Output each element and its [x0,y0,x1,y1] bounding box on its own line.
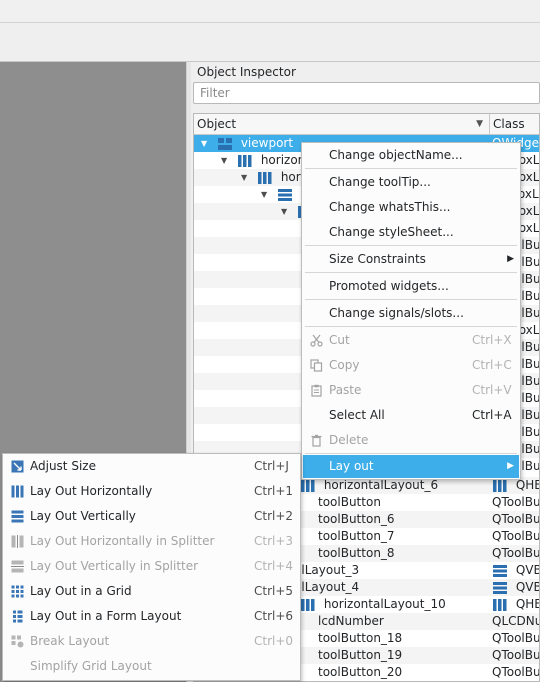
menu-separator [305,168,517,169]
tree-header: Object ▼ Class [194,114,539,135]
tree-row-class: QLCDNumber [492,614,539,628]
sort-down-icon: ▼ [476,119,483,129]
expand-arrow-icon[interactable]: ▼ [261,186,267,203]
tree-row-class: QToolButton [492,495,540,509]
copy-icon [310,359,323,372]
menu-separator [305,299,517,300]
tree-row-class: QToolButton [492,648,540,662]
lay-out-horizontally-item[interactable]: Lay Out Horizontally Ctrl+1 [4,479,299,504]
layout-submenu: Adjust Size Ctrl+J Lay Out Horizontally … [2,453,301,681]
vbox-layout-icon [493,564,507,577]
filter-field[interactable] [193,82,540,104]
form-layout-icon [13,610,23,623]
class-column-label: Class [493,117,525,131]
object-column-label: Object [197,117,237,131]
copy-item[interactable]: Copy Ctrl+C [303,353,519,378]
cut-item[interactable]: Cut Ctrl+X [303,328,519,353]
tree-row-class: QToolButton [492,512,540,526]
tree-row-class: QToolButton [492,546,540,560]
change-stylesheet-item[interactable]: Change styleSheet... [303,220,519,245]
expand-arrow-icon[interactable]: ▼ [221,152,227,169]
lay-out-grid-item[interactable]: Lay Out in a Grid Ctrl+5 [4,579,299,604]
tree-row-label: lcdNumber [318,614,384,628]
context-menu: Change objectName... Change toolTip... C… [301,142,521,480]
hbox-layout-icon [301,598,315,611]
menu-separator [305,272,517,273]
lay-out-horizontally-splitter-item[interactable]: Lay Out Horizontally in Splitter Ctrl+3 [4,529,299,554]
break-layout-item[interactable]: Break Layout Ctrl+0 [4,629,299,654]
tree-row-label: viewport [240,136,294,150]
v-splitter-icon [11,560,24,573]
menu-separator [305,245,517,246]
hbox-layout-icon [493,598,507,611]
hbox-layout-icon [238,154,252,167]
menu-separator [305,326,517,327]
top-bar [0,0,540,23]
submenu-arrow-icon: ▶ [507,461,514,471]
tree-row-label: horizontalLayout_10 [323,597,446,611]
select-all-item[interactable]: Select All Ctrl+A [303,403,519,428]
lay-out-vertically-item[interactable]: Lay Out Vertically Ctrl+2 [4,504,299,529]
expand-arrow-icon[interactable]: ▼ [201,135,207,152]
dock-title: Object Inspector [197,65,296,79]
filter-input[interactable] [194,83,539,103]
expand-arrow-icon[interactable]: ▼ [281,203,287,220]
tree-row-class: QHBoxLayout [515,478,539,492]
object-column-header[interactable]: Object ▼ [194,114,490,134]
toolbar [0,23,540,62]
delete-item[interactable]: Delete [303,428,519,453]
change-whats-this-item[interactable]: Change whatsThis... [303,195,519,220]
tree-row-label: toolButton_18 [318,631,403,645]
widget-icon [218,137,232,150]
adjust-size-item[interactable]: Adjust Size Ctrl+J [4,454,299,479]
lay-out-form-item[interactable]: Lay Out in a Form Layout Ctrl+6 [4,604,299,629]
tree-row-label: toolButton_8 [318,546,395,560]
hbox-layout-icon [301,479,315,492]
promoted-widgets-item[interactable]: Promoted widgets... [303,274,519,299]
change-tooltip-item[interactable]: Change toolTip... [303,170,519,195]
submenu-arrow-icon: ▶ [507,254,514,264]
size-constraints-item[interactable]: Size Constraints ▶ [303,247,519,272]
tree-row-class: QVBoxLayout [515,563,539,577]
grid-layout-icon [11,585,24,598]
h-splitter-icon [11,535,24,548]
tree-row-class: QHBoxLayout [515,597,539,611]
class-column-header[interactable]: Class [490,114,539,134]
hbox-layout-icon [493,479,507,492]
menu-separator [305,453,517,454]
tree-row-label: toolButton_7 [318,529,395,543]
adjust-size-icon [11,460,24,473]
break-layout-icon [11,635,24,648]
scissors-icon [310,334,323,347]
expand-arrow-icon[interactable]: ▼ [241,169,247,186]
tree-row-label: toolButton [318,495,381,509]
tree-row-label: toolButton_6 [318,512,395,526]
tree-row-label: toolButton_20 [318,665,403,679]
lay-out-vertically-splitter-item[interactable]: Lay Out Vertically in Splitter Ctrl+4 [4,554,299,579]
hbox-layout-icon [11,485,24,498]
tree-row-class: QToolButton [492,631,540,645]
vbox-layout-icon [278,188,292,201]
vbox-layout-icon [493,581,507,594]
hbox-layout-icon [258,171,272,184]
tree-row-label: horizontalLayout_6 [323,478,439,492]
vbox-layout-icon [11,510,24,523]
tree-row-class: QToolButton [492,665,540,679]
simplify-grid-layout-item[interactable]: Simplify Grid Layout [4,654,299,679]
tree-row-label: toolButton_19 [318,648,403,662]
trash-icon [311,434,322,447]
change-signals-slots-item[interactable]: Change signals/slots... [303,301,519,326]
lay-out-item[interactable]: Lay out ▶ [303,455,519,478]
tree-row-class: QToolButton [492,529,540,543]
change-object-name-item[interactable]: Change objectName... [303,143,519,168]
paste-icon [311,384,322,397]
paste-item[interactable]: Paste Ctrl+V [303,378,519,403]
tree-row-class: QVBoxLayout [515,580,539,594]
